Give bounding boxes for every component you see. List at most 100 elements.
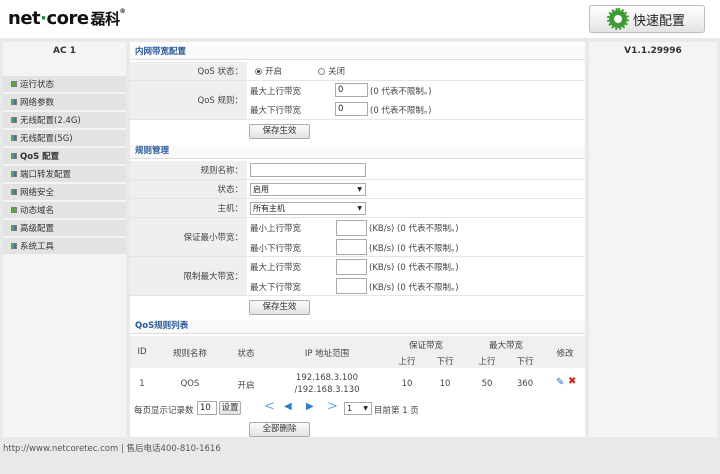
sidebar-item-label: 网络安全 — [20, 188, 55, 198]
rule-max-up-input[interactable] — [336, 259, 367, 275]
rule-state-value: 启用 — [253, 185, 269, 194]
min-down-input[interactable] — [336, 239, 367, 255]
cell-g-down: 10 — [439, 379, 451, 389]
radio-on-icon[interactable] — [255, 67, 262, 75]
rule-max-down-hint: (KB/s) (0 代表不限制。) — [369, 283, 459, 293]
menu-grid-icon — [11, 171, 17, 177]
radio-off-icon[interactable] — [318, 67, 325, 75]
rule-max-down-label: 最大下行带宽 — [250, 283, 302, 293]
rule-host-label: 主机： — [130, 199, 247, 217]
qos-state-off[interactable]: 关闭 — [318, 62, 345, 80]
qos-on-label: 开启 — [265, 67, 283, 77]
logo-cn: 磊科 — [90, 10, 121, 28]
th-max: 最大带宽 — [488, 341, 523, 351]
quick-config-label: 快速配置 — [632, 13, 685, 29]
page-select-value: 1 — [347, 404, 353, 413]
cell-id: 1 — [139, 379, 145, 389]
sidebar-item-system[interactable]: 系统工具 — [3, 238, 126, 254]
min-down-label: 最小下行带宽 — [250, 244, 302, 254]
min-up-input[interactable] — [336, 220, 367, 236]
rule-max-up-label: 最大上行带宽 — [250, 263, 302, 273]
qos-off-label: 关闭 — [328, 67, 346, 77]
sidebar-item-label: 端口转发配置 — [20, 170, 72, 180]
th-name: 规则名称 — [172, 349, 207, 359]
max-bandwidth-label: 限制最大带宽： — [130, 257, 247, 295]
rule-state-select[interactable]: 启用 ▼ — [250, 183, 366, 196]
quick-config-button[interactable]: 快速配置 — [589, 5, 705, 33]
save-rules-button[interactable]: 保存生效 — [249, 300, 310, 315]
sidebar-item-wireless-5[interactable]: 无线配置(5G) — [3, 130, 126, 146]
th-guaranteed: 保证带宽 — [408, 341, 443, 351]
first-page-icon[interactable]: < — [264, 399, 275, 414]
cell-ip-end: /192.168.3.130 — [294, 385, 360, 395]
rule-state-row: 状态： 启用 ▼ — [130, 180, 585, 199]
set-per-page-button[interactable]: 设置 — [219, 401, 241, 415]
cell-name: QOS — [180, 379, 200, 389]
delete-all-button[interactable]: 全部删除 — [249, 422, 310, 437]
min-bandwidth-row: 保证最小带宽： 最小上行带宽 (KB/s) (0 代表不限制。) 最小下行带宽 … — [130, 218, 585, 257]
cell-ip-start: 192.168.3.100 — [295, 373, 359, 383]
sidebar-item-label: 动态域名 — [20, 206, 55, 216]
rule-state-label: 状态： — [130, 180, 247, 198]
sidebar-item-label: 高级配置 — [20, 224, 55, 234]
th-ip: IP 地址范围 — [304, 349, 350, 359]
table-header: ID 规则名称 状态 IP 地址范围 保证带宽 上行 下行 最大带宽 上行 下行… — [130, 336, 585, 368]
section-title-list: QoS规则列表 — [130, 320, 585, 334]
per-page-label: 每页显示记录数 — [134, 406, 194, 416]
logo-reg: ® — [119, 8, 126, 15]
section-title-bandwidth: 内网带宽配置 — [130, 46, 585, 60]
sidebar-item-label: 运行状态 — [20, 80, 55, 90]
page-select[interactable]: 1 ▼ — [344, 402, 372, 415]
min-bandwidth-label: 保证最小带宽： — [130, 218, 247, 256]
max-down-input[interactable]: 0 — [335, 102, 368, 116]
rule-name-row: 规则名称： — [130, 161, 585, 180]
rule-max-up-hint: (KB/s) (0 代表不限制。) — [369, 263, 459, 273]
save-bandwidth-button[interactable]: 保存生效 — [249, 124, 310, 139]
sidebar-item-port-forward[interactable]: 端口转发配置 — [3, 166, 126, 182]
logo-text: net — [8, 8, 41, 29]
sidebar-item-label: 网络参数 — [20, 98, 55, 108]
qos-state-label: QoS 状态： — [130, 62, 247, 80]
delete-x-icon[interactable]: ✖ — [568, 376, 576, 387]
per-page-input[interactable]: 10 — [197, 401, 217, 415]
last-page-icon[interactable]: > — [327, 399, 338, 414]
qos-state-on[interactable]: 开启 — [255, 62, 282, 80]
edit-pencil-icon[interactable]: ✎ — [556, 377, 564, 388]
sidebar-item-ddns[interactable]: 动态域名 — [3, 202, 126, 218]
rule-max-down-input[interactable] — [336, 278, 367, 294]
sidebar-item-qos[interactable]: QoS 配置 — [3, 148, 126, 164]
dropdown-arrow-icon: ▼ — [357, 186, 362, 193]
sidebar-item-label: 系统工具 — [20, 242, 55, 252]
main-panel: 内网带宽配置 QoS 状态： 开启 关闭 QoS 规则： 最大上行带宽 0 (0… — [130, 42, 585, 437]
gear-icon — [606, 8, 629, 30]
sidebar-item-advanced[interactable]: 高级配置 — [3, 220, 126, 236]
cell-state: 开启 — [237, 381, 255, 391]
max-up-label: 最大上行带宽 — [250, 87, 302, 97]
table-row: 1 QOS 开启 192.168.3.100 /192.168.3.130 10… — [130, 369, 585, 399]
th-state: 状态 — [237, 349, 255, 359]
th-id: ID — [137, 347, 147, 357]
next-page-icon[interactable]: ▶ — [306, 401, 314, 412]
sidebar-item-wireless-24[interactable]: 无线配置(2.4G) — [3, 112, 126, 128]
menu-grid-icon — [11, 99, 17, 105]
th-m-up: 上行 — [478, 357, 496, 367]
sidebar-menu: 运行状态 网络参数 无线配置(2.4G) 无线配置(5G) QoS 配置 端口转… — [3, 76, 126, 256]
max-up-hint: (0 代表不限制。) — [370, 87, 432, 97]
dropdown-arrow-icon: ▼ — [357, 205, 362, 212]
menu-grid-icon — [11, 117, 17, 123]
menu-grid-icon — [11, 225, 17, 231]
sidebar-item-status[interactable]: 运行状态 — [3, 76, 126, 92]
cell-m-down: 360 — [516, 379, 534, 389]
th-g-up: 上行 — [398, 357, 416, 367]
rule-name-input[interactable] — [250, 163, 366, 177]
footer-text: http://www.netcoretec.com | 售后电话400-810-… — [3, 444, 221, 454]
netcore-logo: net·core 磊科® — [8, 8, 126, 29]
left-sidebar: AC 1 运行状态 网络参数 无线配置(2.4G) 无线配置(5G) QoS 配… — [3, 42, 126, 437]
max-bandwidth-row: 限制最大带宽： 最大上行带宽 (KB/s) (0 代表不限制。) 最大下行带宽 … — [130, 257, 585, 296]
max-up-input[interactable]: 0 — [335, 83, 368, 97]
right-sidebar: V1.1.29996 — [589, 42, 717, 437]
sidebar-item-security[interactable]: 网络安全 — [3, 184, 126, 200]
sidebar-item-network[interactable]: 网络参数 — [3, 94, 126, 110]
rule-host-select[interactable]: 所有主机 ▼ — [250, 202, 366, 215]
prev-page-icon[interactable]: ◀ — [284, 401, 292, 412]
